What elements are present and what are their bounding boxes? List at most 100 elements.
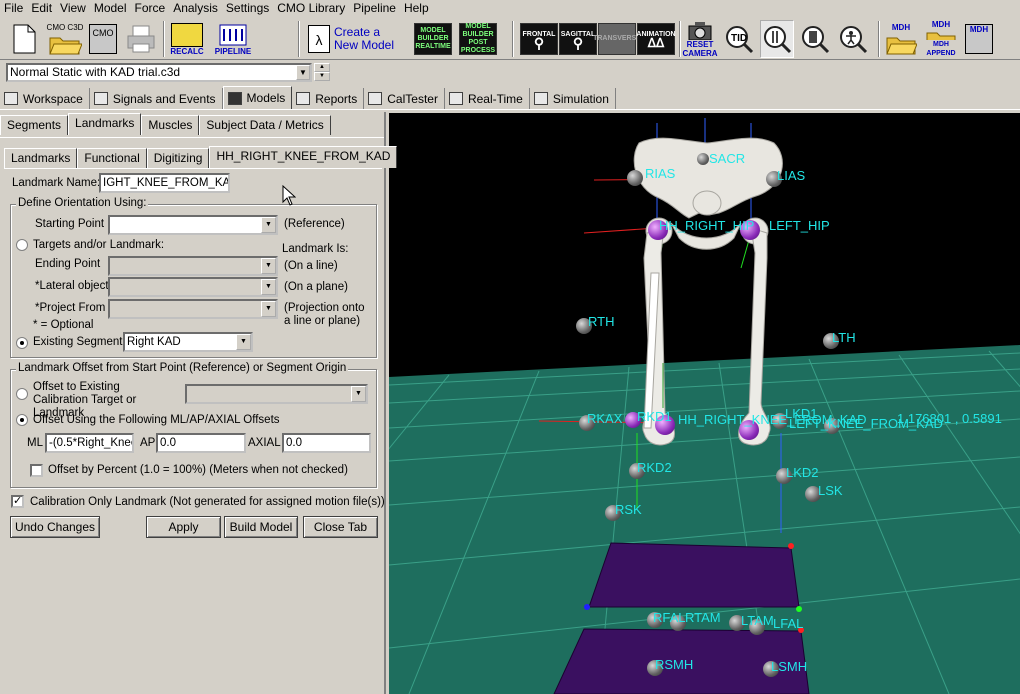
print-button[interactable] (126, 20, 156, 58)
starting-point-label: Starting Point (35, 218, 105, 230)
recalc-button[interactable]: RECALC (170, 20, 204, 58)
dropdown-arrow-icon[interactable]: ▼ (261, 217, 276, 233)
offset-target-select[interactable]: ▼ (185, 384, 368, 404)
tab-landmarks[interactable]: Landmarks (68, 113, 142, 135)
tab-functional[interactable]: Functional (77, 148, 147, 168)
sagittal-view-button[interactable]: SAGITTAL ⚲ (559, 20, 597, 58)
animation-view-button[interactable]: ANIMATION ᐃᐃ (636, 20, 676, 58)
menu-file[interactable]: File (0, 0, 27, 17)
ml-offset-input[interactable]: -(0.5*Right_Knee_ (45, 433, 134, 453)
tab-segments[interactable]: Segments (0, 115, 69, 135)
tab-muscles[interactable]: Muscles (141, 115, 200, 135)
tab-landmarks-list[interactable]: Landmarks (4, 148, 78, 168)
menu-help[interactable]: Help (400, 0, 433, 17)
tab-workspace[interactable]: Workspace (0, 88, 90, 109)
zoom-person-button[interactable] (836, 20, 870, 58)
tab-real-time[interactable]: Real-Time (445, 88, 530, 109)
menu-cmo-library[interactable]: CMO Library (273, 0, 349, 17)
dropdown-arrow-icon[interactable]: ▼ (351, 386, 366, 402)
marker-sacr[interactable] (697, 153, 709, 165)
tab-digitizing[interactable]: Digitizing (146, 148, 210, 168)
targets-landmark-radio[interactable] (16, 239, 28, 251)
dropdown-arrow-icon[interactable]: ▼ (236, 334, 251, 350)
offset-percent-checkbox[interactable] (30, 464, 43, 477)
tab-caltester[interactable]: CalTester (364, 88, 445, 109)
reset-camera-button[interactable]: RESET CAMERA (682, 20, 718, 58)
mdh-save-button[interactable]: MDH (964, 20, 994, 58)
create-new-model-button[interactable]: λ Create a New Model (306, 20, 398, 58)
trial-file-select[interactable]: Normal Static with KAD trial.c3d ▼ (6, 63, 312, 82)
recalc-icon (171, 22, 203, 47)
pipeline-label: PIPELINE (214, 46, 252, 56)
tab-simulation[interactable]: Simulation (530, 88, 616, 109)
trial-spinner[interactable]: ▲ ▼ (314, 63, 330, 82)
pipeline-button[interactable]: PIPELINE (214, 20, 252, 58)
menu-view[interactable]: View (56, 0, 90, 17)
transverse-view-button[interactable]: TRANSVERSE (593, 20, 641, 58)
menu-analysis[interactable]: Analysis (169, 0, 222, 17)
toolbar-separator (679, 21, 681, 57)
model-builder-realtime-button[interactable]: MODEL BUILDER REALTIME (414, 20, 452, 58)
new-workspace-button[interactable] (10, 20, 38, 58)
menu-model[interactable]: Model (90, 0, 131, 17)
tab-models[interactable]: Models (222, 86, 293, 109)
ending-point-select[interactable]: ▼ (108, 256, 278, 276)
label-left-knee: LEFT_KNEE_FROM_KAD (789, 416, 943, 431)
toolbar-separator (298, 21, 300, 57)
tab-subject-data[interactable]: Subject Data / Metrics (199, 115, 331, 135)
spin-up-icon[interactable]: ▲ (314, 63, 330, 72)
open-cmo-c3d-button[interactable]: CMO C3D (46, 20, 84, 58)
existing-segment-radio[interactable] (16, 337, 28, 349)
mdh-open-button[interactable]: MDH (884, 20, 918, 58)
calibration-only-checkbox[interactable]: ✓ (11, 495, 24, 508)
undo-changes-button[interactable]: Undo Changes (10, 516, 100, 538)
axial-offset-input[interactable]: 0.0 (282, 433, 371, 453)
tab-hh-right-knee[interactable]: HH_RIGHT_KNEE_FROM_KAD (209, 146, 398, 168)
landmark-offset-title: Landmark Offset from Start Point (Refere… (16, 362, 349, 374)
zoom-segment-button[interactable] (798, 20, 832, 58)
starting-point-select[interactable]: ▼ (108, 215, 278, 235)
save-cmo-button[interactable]: CMO (88, 20, 118, 58)
3d-viewport[interactable]: RIAS SACR LIAS HH_RIGHT_HIP LEFT_HIP RTH… (389, 113, 1020, 694)
marker-rias[interactable] (627, 170, 643, 186)
real-time-icon (448, 92, 463, 105)
zoom-skeleton-button[interactable] (760, 20, 794, 58)
menu-settings[interactable]: Settings (222, 0, 273, 17)
dropdown-arrow-icon[interactable]: ▼ (261, 258, 276, 274)
model-builder-post-button[interactable]: MODEL BUILDER POST PROCESS (459, 20, 497, 58)
apply-button[interactable]: Apply (146, 516, 221, 538)
tab-reports[interactable]: Reports (292, 88, 365, 109)
project-from-label: *Project From (35, 302, 106, 314)
plate-corner (788, 543, 794, 549)
pipeline-icon (219, 24, 247, 45)
frontal-view-button[interactable]: FRONTAL ⚲ (520, 20, 558, 58)
ap-offset-input[interactable]: 0.0 (156, 433, 246, 453)
offset-existing-radio[interactable] (16, 388, 28, 400)
skeleton-glyph: ⚲ (533, 35, 545, 51)
project-from-select[interactable]: ▼ (108, 299, 278, 319)
dropdown-arrow-icon[interactable]: ▼ (261, 279, 276, 295)
dropdown-arrow-icon[interactable]: ▼ (296, 65, 310, 80)
mdh-append-button[interactable]: MDH MDH APPEND (922, 20, 960, 58)
dropdown-arrow-icon[interactable]: ▼ (261, 301, 276, 317)
close-tab-button[interactable]: Close Tab (303, 516, 378, 538)
existing-segment-label: Existing Segment (33, 336, 123, 348)
build-model-button[interactable]: Build Model (224, 516, 298, 538)
landmark-name-input[interactable]: IGHT_KNEE_FROM_KAD (99, 173, 230, 193)
offset-following-radio[interactable] (16, 414, 28, 426)
transverse-view-icon: TRANSVERSE (593, 23, 641, 55)
spin-down-icon[interactable]: ▼ (314, 72, 330, 81)
menu-edit[interactable]: Edit (27, 0, 56, 17)
menu-pipeline[interactable]: Pipeline (349, 0, 400, 17)
menu-force[interactable]: Force (131, 0, 170, 17)
scene-graphics (389, 118, 1020, 694)
main-tab-bar: Workspace Signals and Events Models Repo… (0, 86, 1020, 110)
label-lth: LTH (832, 330, 856, 345)
tab-signals-events[interactable]: Signals and Events (90, 88, 223, 109)
lateral-object-select[interactable]: ▼ (108, 277, 278, 297)
existing-segment-select[interactable]: Right KAD ▼ (123, 332, 253, 352)
model-builder-post-icon: MODEL BUILDER POST PROCESS (459, 23, 497, 55)
calibration-only-label: Calibration Only Landmark (Not generated… (30, 496, 385, 508)
lateral-object-label: *Lateral object (35, 280, 109, 292)
tid-zoom-button[interactable]: TID (722, 20, 756, 58)
